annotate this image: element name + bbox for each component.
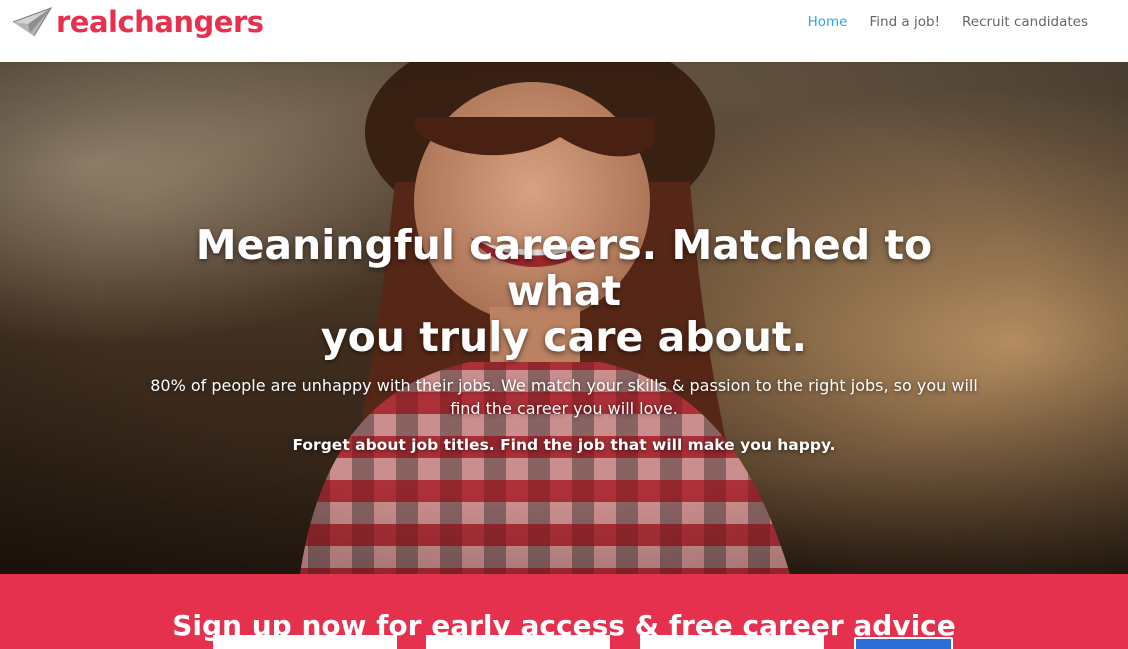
brand-name: realchangers	[56, 4, 264, 39]
signup-submit-button[interactable]	[854, 637, 953, 649]
nav-recruit-candidates[interactable]: Recruit candidates	[962, 14, 1088, 30]
main-nav: Home Find a job! Recruit candidates	[786, 14, 1088, 30]
hero-title-line-2: you truly care about.	[320, 313, 808, 361]
nav-find-job[interactable]: Find a job!	[869, 14, 940, 30]
hero-title: Meaningful careers. Matched to what you …	[134, 222, 994, 360]
signup-field-2[interactable]	[426, 635, 610, 649]
signup-field-1[interactable]	[213, 635, 397, 649]
hero-subtitle: 80% of people are unhappy with their job…	[150, 376, 978, 418]
site-header: realchangers Home Find a job! Recruit ca…	[0, 0, 1128, 62]
signup-field-3[interactable]	[640, 635, 824, 649]
signup-section: Sign up now for early access & free care…	[0, 574, 1128, 649]
hero-tagline: Forget about job titles. Find the job th…	[292, 436, 836, 454]
hero-title-line-1: Meaningful careers. Matched to what	[195, 221, 933, 315]
nav-home[interactable]: Home	[808, 14, 848, 30]
paper-plane-icon	[12, 7, 52, 37]
logo-link[interactable]: realchangers	[12, 5, 264, 39]
hero-content: Meaningful careers. Matched to what you …	[0, 222, 1128, 454]
hero-section: Meaningful careers. Matched to what you …	[0, 62, 1128, 574]
